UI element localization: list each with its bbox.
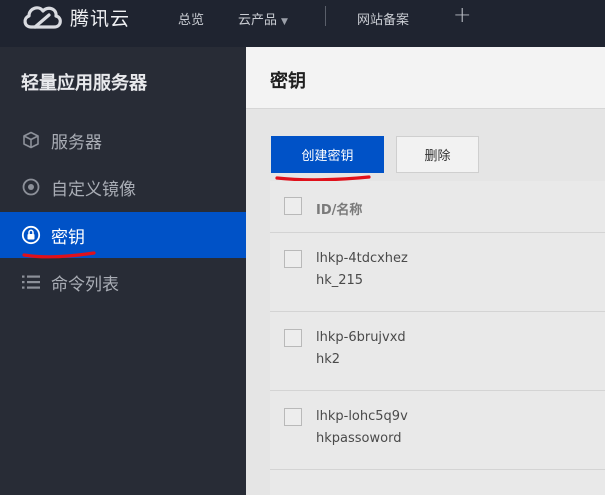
key-lock-icon <box>21 225 41 245</box>
cloud-logo-icon <box>23 6 62 29</box>
chevron-down-icon: ▼ <box>281 17 288 27</box>
key-name: hk2 <box>316 352 341 367</box>
column-header-id-name: ID/名称 <box>316 203 363 218</box>
sidebar-item-custom-images[interactable]: 自定义镜像 <box>0 164 246 210</box>
table-row[interactable]: lhkp-6brujvxd hk2 <box>270 312 605 391</box>
select-all-checkbox[interactable] <box>284 197 302 215</box>
delete-button[interactable]: 删除 <box>396 136 479 173</box>
row-checkbox[interactable] <box>284 329 302 347</box>
sidebar: 轻量应用服务器 服务器 自定义镜像 密钥 命令列表 <box>0 47 246 495</box>
table-header: ID/名称 <box>270 181 605 233</box>
page-header: 密钥 <box>246 47 605 109</box>
key-id[interactable]: lhkp-lohc5q9v <box>316 409 408 424</box>
cube-icon <box>21 130 41 150</box>
row-checkbox[interactable] <box>284 408 302 426</box>
keys-table: ID/名称 lhkp-4tdcxhez hk_215 lhkp-6brujvxd… <box>270 181 605 495</box>
sidebar-title: 轻量应用服务器 <box>21 73 147 94</box>
main-content: 密钥 创建密钥 删除 ID/名称 lhkp-4tdcxhez hk_215 lh… <box>246 47 605 495</box>
top-navigation-bar: 腾讯云 总览 云产品 ▼ 网站备案 + <box>0 0 605 47</box>
nav-overview[interactable]: 总览 <box>178 9 204 28</box>
disc-icon <box>21 177 41 197</box>
key-id[interactable]: lhkp-6brujvxd <box>316 330 406 345</box>
table-row[interactable]: lhkp-4tdcxhez hk_215 <box>270 233 605 312</box>
nav-website-filing[interactable]: 网站备案 <box>357 9 409 28</box>
page-title: 密钥 <box>270 71 306 92</box>
sidebar-item-label: 服务器 <box>51 132 102 153</box>
sidebar-item-label: 自定义镜像 <box>51 179 136 200</box>
nav-divider <box>325 6 326 26</box>
sidebar-item-label: 密钥 <box>51 227 85 248</box>
list-icon <box>21 272 41 292</box>
plus-icon[interactable]: + <box>453 3 471 28</box>
sidebar-item-servers[interactable]: 服务器 <box>0 117 246 163</box>
key-name: hk_215 <box>316 273 364 288</box>
create-key-button[interactable]: 创建密钥 <box>271 136 384 173</box>
row-checkbox[interactable] <box>284 250 302 268</box>
nav-products-label: 云产品 <box>238 13 278 28</box>
red-underline-annotation <box>22 251 96 259</box>
key-name: hkpassoword <box>316 431 402 446</box>
table-row[interactable]: lhkp-lohc5q9v hkpassoword <box>270 391 605 470</box>
sidebar-item-label: 命令列表 <box>51 274 119 295</box>
nav-products[interactable]: 云产品 ▼ <box>238 9 288 28</box>
logo-text: 腾讯云 <box>70 7 131 30</box>
key-id[interactable]: lhkp-4tdcxhez <box>316 251 408 266</box>
tencent-cloud-logo[interactable]: 腾讯云 <box>21 1 130 33</box>
sidebar-item-command-list[interactable]: 命令列表 <box>0 259 246 305</box>
